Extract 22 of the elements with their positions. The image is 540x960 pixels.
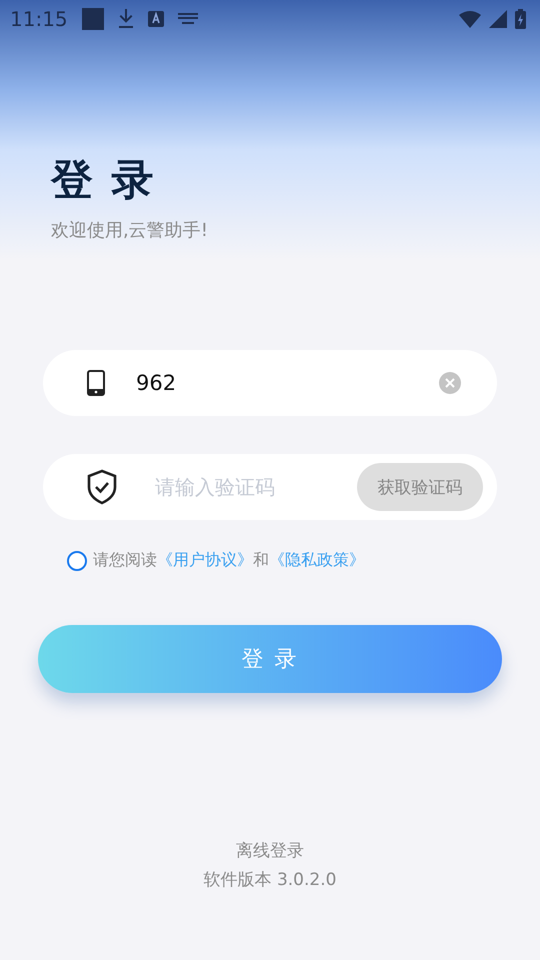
code-input[interactable]: 请输入验证码: [153, 474, 347, 500]
status-time: 11:15: [10, 7, 68, 31]
download-icon: [118, 9, 134, 29]
login-button[interactable]: 登 录: [38, 625, 502, 693]
welcome-text: 欢迎使用,云警助手!: [51, 219, 209, 242]
keyboard-letter-icon: [148, 11, 164, 27]
signal-icon: [489, 10, 507, 28]
agreement-link[interactable]: 《用户协议》: [157, 550, 253, 569]
shield-check-icon: [87, 469, 117, 505]
phone-icon: [87, 370, 105, 396]
code-field[interactable]: 请输入验证码 获取验证码: [43, 454, 497, 520]
battery-icon: [515, 9, 526, 29]
agree-checkbox[interactable]: [67, 550, 87, 570]
phone-input[interactable]: 962: [134, 370, 418, 396]
agreement-text: 请您阅读《用户协议》和《隐私政策》: [93, 550, 365, 571]
wifi-icon: [459, 10, 481, 28]
page-title: 登 录: [51, 154, 157, 206]
offline-login-link[interactable]: 离线登录: [236, 839, 304, 862]
version-text: 软件版本 3.0.2.0: [204, 869, 336, 891]
square-icon: [82, 8, 104, 30]
phone-field[interactable]: 962: [43, 350, 497, 416]
agreement-link[interactable]: 《隐私政策》: [269, 550, 365, 569]
